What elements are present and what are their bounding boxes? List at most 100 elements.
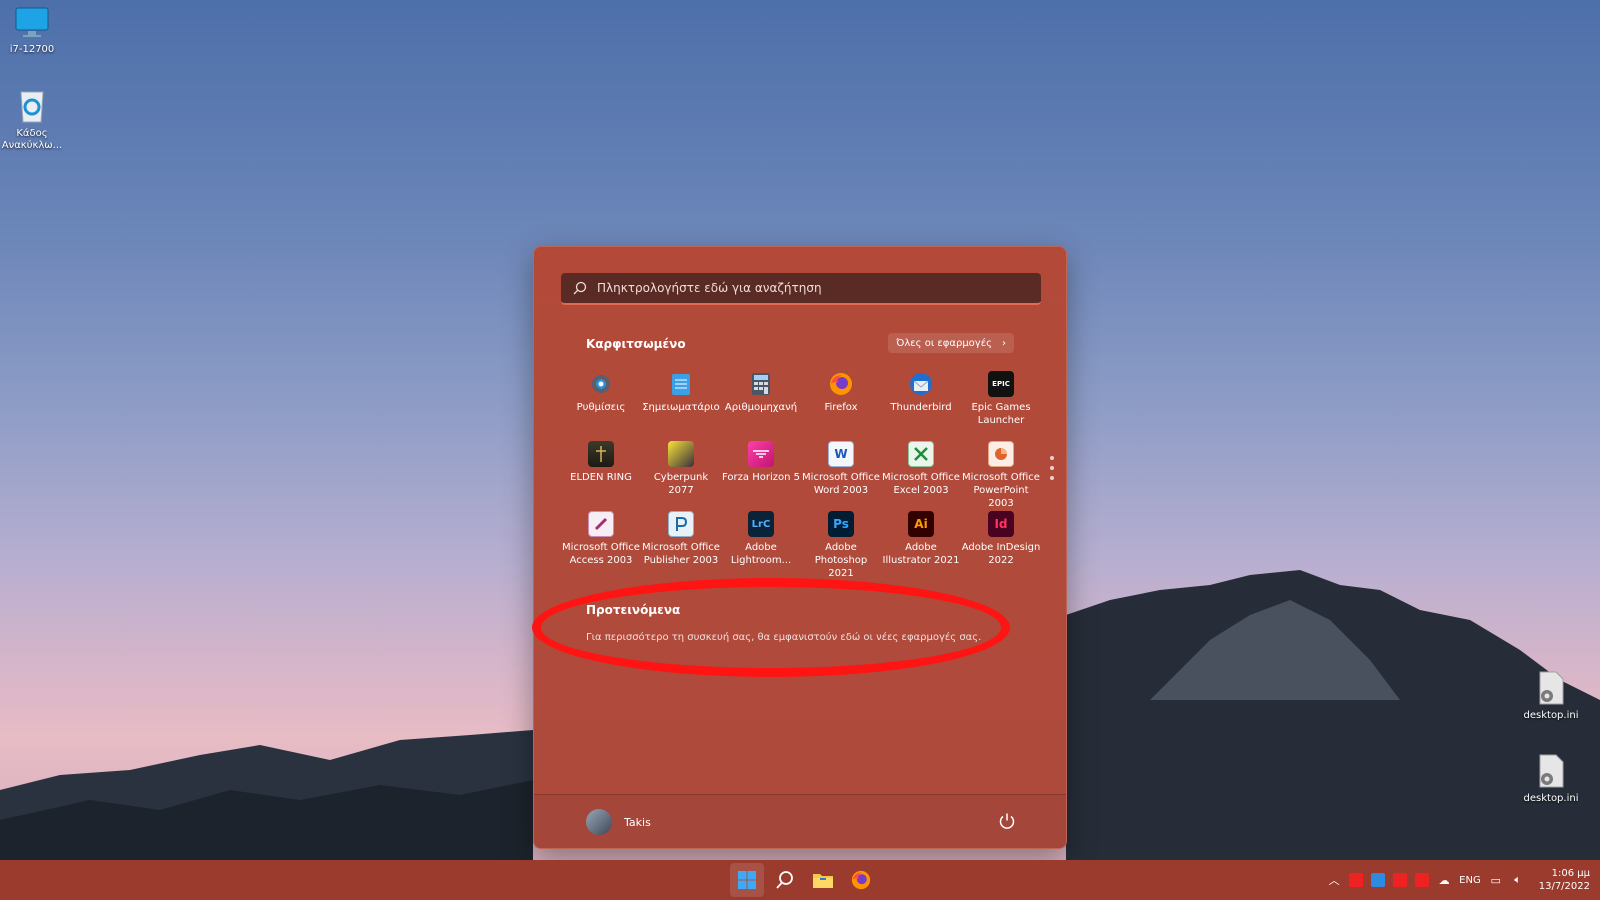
desktop-icon-label: i7-12700 [9, 44, 55, 55]
search-placeholder: Πληκτρολογήστε εδώ για αναζήτηση [597, 281, 822, 295]
app-label: Microsoft Office Access 2003 [562, 542, 640, 566]
desktop-icon-label: desktop.ini [1523, 710, 1579, 721]
desktop-icon-label: desktop.ini [1523, 793, 1579, 804]
app-label: Ρυθμίσεις [576, 402, 626, 413]
illustrator-icon: Ai [908, 511, 934, 537]
power-icon[interactable] [998, 812, 1016, 830]
elden-ring-icon [588, 441, 614, 467]
pinned-app-cyberpunk[interactable]: Cyberpunk 2077 [641, 437, 721, 507]
system-tray: ︿ ☁ ENG ▭ 🔈︎ 1:06 μμ 13/7/2022 [1327, 860, 1590, 900]
chevron-right-icon: › [1002, 337, 1006, 349]
app-label: Microsoft Office PowerPoint 2003 [962, 472, 1040, 509]
desktop-icon-computer[interactable]: i7-12700 [0, 6, 64, 56]
user-name: Takis [624, 815, 651, 829]
pinned-app-publisher[interactable]: Microsoft Office Publisher 2003 [641, 507, 721, 577]
photoshop-icon: Ps [828, 511, 854, 537]
desktop-icon-recycle-bin[interactable]: Κάδος Ανακύκλω... [0, 88, 64, 152]
clock[interactable]: 1:06 μμ 13/7/2022 [1539, 867, 1590, 893]
lightroom-icon: LrC [748, 511, 774, 537]
tray-app-icon[interactable] [1349, 873, 1364, 887]
pinned-app-elden-ring[interactable]: ELDEN RING [561, 437, 641, 507]
recycle-bin-icon [20, 91, 44, 123]
photoshop-glyph: Ps [833, 516, 849, 531]
start-menu: Πληκτρολογήστε εδώ για αναζήτηση Καρφιτσ… [533, 246, 1067, 849]
indesign-icon: Id [988, 511, 1014, 537]
pinned-app-settings[interactable]: Ρυθμίσεις [561, 367, 641, 437]
app-label: Epic Games Launcher [971, 402, 1031, 426]
app-label: Microsoft Office Publisher 2003 [642, 542, 720, 566]
pinned-app-calculator[interactable]: Αριθμομηχανή [721, 367, 801, 437]
tray-app-icon[interactable] [1371, 873, 1386, 887]
desktop-icon-desktop-ini[interactable]: desktop.ini [1519, 753, 1583, 805]
language-indicator[interactable]: ENG [1459, 875, 1481, 886]
taskbar: ︿ ☁ ENG ▭ 🔈︎ 1:06 μμ 13/7/2022 [0, 860, 1600, 900]
pinned-app-excel[interactable]: Microsoft Office Excel 2003 [881, 437, 961, 507]
settings-file-icon [1539, 671, 1564, 705]
pinned-app-firefox[interactable]: Firefox [801, 367, 881, 437]
cloud-icon[interactable]: ☁ [1437, 873, 1451, 887]
folder-icon [813, 874, 833, 888]
page-dot [1050, 476, 1054, 480]
app-label: Thunderbird [890, 402, 952, 413]
lightroom-glyph: LrC [751, 518, 771, 530]
pinned-app-forza[interactable]: Forza Horizon 5 [721, 437, 801, 507]
page-dot [1050, 466, 1054, 470]
publisher-icon [668, 511, 694, 537]
epic-games-glyph: EPIC [992, 379, 1010, 388]
app-label: Adobe InDesign 2022 [961, 542, 1041, 566]
network-icon[interactable]: ▭ [1489, 873, 1503, 887]
app-label: Adobe Photoshop 2021 [814, 542, 868, 579]
word-icon: W [828, 441, 854, 467]
pinned-app-thunderbird[interactable]: Thunderbird [881, 367, 961, 437]
page-dot [1050, 456, 1054, 460]
settings-gear-icon [588, 371, 614, 397]
app-label: Αριθμομηχανή [724, 402, 798, 413]
search-icon [776, 871, 793, 889]
app-label: Adobe Illustrator 2021 [882, 542, 960, 566]
pinned-app-illustrator[interactable]: Ai Adobe Illustrator 2021 [881, 507, 961, 577]
app-label: Σημειωματάριο [642, 402, 720, 413]
tray-app-icon[interactable] [1415, 873, 1430, 887]
pinned-app-word[interactable]: W Microsoft Office Word 2003 [801, 437, 881, 507]
monitor-icon [15, 7, 49, 37]
cyberpunk-icon [668, 441, 694, 467]
powerpoint-icon [988, 441, 1014, 467]
epic-games-icon: EPIC [988, 371, 1014, 397]
firefox-icon [828, 371, 854, 397]
pinned-app-lightroom[interactable]: LrC Adobe Lightroom... [721, 507, 801, 577]
taskbar-search-button[interactable] [768, 863, 802, 897]
pinned-title: Καρφιτσωμένο [586, 337, 686, 351]
avatar [586, 809, 612, 835]
desktop-icon-desktop-ini[interactable]: desktop.ini [1519, 670, 1583, 722]
taskbar-apps [730, 860, 878, 900]
illustrator-glyph: Ai [914, 516, 928, 531]
firefox-taskbar-button[interactable] [844, 863, 878, 897]
all-apps-button[interactable]: Όλες οι εφαρμογές › [888, 333, 1014, 353]
app-label: Cyberpunk 2077 [653, 472, 709, 496]
settings-file-icon [1539, 754, 1564, 788]
pinned-app-indesign[interactable]: Id Adobe InDesign 2022 [961, 507, 1041, 577]
app-label: Adobe Lightroom... [730, 542, 792, 566]
forza-icon [748, 441, 774, 467]
page-indicator[interactable] [1050, 456, 1054, 486]
recommended-title: Προτεινόμενα [586, 603, 681, 617]
clock-time: 1:06 μμ [1551, 868, 1590, 879]
app-label: ELDEN RING [570, 472, 632, 483]
pinned-app-photoshop[interactable]: Ps Adobe Photoshop 2021 [801, 507, 881, 579]
pinned-app-notepad[interactable]: Σημειωματάριο [641, 367, 721, 437]
user-account-button[interactable]: Takis [586, 809, 651, 835]
tray-app-icon[interactable] [1393, 873, 1408, 887]
search-icon [573, 281, 587, 295]
excel-icon [908, 441, 934, 467]
calculator-icon [748, 371, 774, 397]
chevron-up-icon[interactable]: ︿ [1327, 873, 1341, 887]
file-explorer-button[interactable] [806, 863, 840, 897]
pinned-app-epic-games[interactable]: EPIC Epic Games Launcher [961, 367, 1041, 437]
indesign-glyph: Id [994, 516, 1008, 531]
start-button[interactable] [730, 863, 764, 897]
app-label: Forza Horizon 5 [722, 472, 800, 483]
volume-icon[interactable]: 🔈︎ [1511, 873, 1525, 887]
search-input[interactable]: Πληκτρολογήστε εδώ για αναζήτηση [561, 273, 1041, 305]
pinned-app-access[interactable]: Microsoft Office Access 2003 [561, 507, 641, 577]
pinned-app-powerpoint[interactable]: Microsoft Office PowerPoint 2003 [961, 437, 1041, 509]
